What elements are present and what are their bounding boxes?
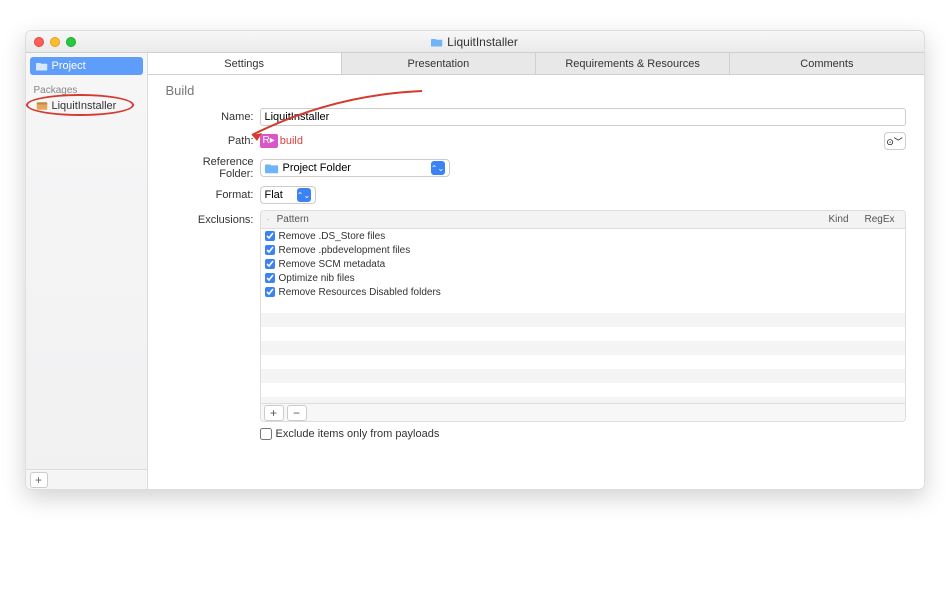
- exclusion-label: Remove SCM metadata: [279, 259, 386, 270]
- app-window: LiquitInstaller Project Packages LiquitI…: [25, 30, 925, 490]
- tabbar: Settings Presentation Requirements & Res…: [148, 53, 924, 75]
- package-icon: [36, 101, 48, 111]
- row-name: Name:: [166, 108, 906, 126]
- chevron-updown-icon: ⌃⌄: [431, 161, 445, 175]
- path-label: Path:: [166, 135, 260, 147]
- folder-icon: [431, 37, 443, 47]
- tab-label: Settings: [224, 58, 264, 70]
- chevron-updown-icon: ⌃⌄: [297, 188, 311, 202]
- sidebar-package-label: LiquitInstaller: [52, 100, 117, 112]
- window-title-text: LiquitInstaller: [447, 35, 518, 49]
- path-chip: R▸ build: [260, 132, 304, 150]
- format-label: Format:: [166, 189, 260, 201]
- format-select[interactable]: Flat ⌃⌄: [260, 186, 316, 204]
- exclusion-checkbox[interactable]: [265, 231, 275, 241]
- name-label: Name:: [166, 111, 260, 123]
- table-row[interactable]: Remove SCM metadata: [261, 257, 905, 271]
- exclusions-footer: + −: [261, 403, 905, 421]
- window-controls: [26, 37, 76, 47]
- sidebar-project-label: Project: [52, 60, 86, 72]
- exclusion-checkbox[interactable]: [265, 287, 275, 297]
- window-body: Project Packages LiquitInstaller +: [26, 53, 924, 489]
- close-icon[interactable]: [34, 37, 44, 47]
- content-area: Build Name: Path: R▸ build: [148, 75, 924, 489]
- exclusions-table: · Pattern Kind RegEx Remove .DS_Store fi…: [260, 210, 906, 422]
- sidebar-item-package[interactable]: LiquitInstaller: [30, 98, 143, 114]
- exclude-only-checkbox[interactable]: [260, 428, 272, 440]
- table-row[interactable]: Optimize nib files: [261, 271, 905, 285]
- tab-label: Presentation: [407, 58, 469, 70]
- tab-settings[interactable]: Settings: [148, 53, 342, 74]
- add-exclusion-button[interactable]: +: [264, 405, 284, 421]
- row-exclude-only: Exclude items only from payloads: [260, 428, 906, 440]
- row-format: Format: Flat ⌃⌄: [166, 186, 906, 204]
- format-value: Flat: [265, 189, 293, 201]
- titlebar: LiquitInstaller: [26, 31, 924, 53]
- exclusion-label: Remove .DS_Store files: [279, 231, 386, 242]
- col-pattern-label: Pattern: [277, 214, 309, 225]
- sidebar-section-packages: Packages: [26, 85, 147, 96]
- path-value: build: [280, 135, 303, 147]
- folder-icon: [36, 61, 48, 71]
- gear-chevron-icon: ⊙﹀: [886, 135, 903, 148]
- tab-label: Comments: [800, 58, 853, 70]
- tab-label: Requirements & Resources: [565, 58, 700, 70]
- reference-folder-value: Project Folder: [283, 162, 427, 174]
- minimize-icon[interactable]: [50, 37, 60, 47]
- exclusions-label: Exclusions:: [166, 210, 260, 226]
- exclusion-checkbox[interactable]: [265, 245, 275, 255]
- name-input[interactable]: [260, 108, 906, 126]
- window-title: LiquitInstaller: [26, 35, 924, 49]
- main-panel: Settings Presentation Requirements & Res…: [148, 53, 924, 489]
- sidebar-item-project[interactable]: Project: [30, 57, 143, 75]
- exclusion-checkbox[interactable]: [265, 273, 275, 283]
- section-heading-build: Build: [166, 83, 906, 98]
- row-exclusions: Exclusions: · Pattern Kind RegEx: [166, 210, 906, 440]
- col-kind-label: Kind: [819, 214, 859, 225]
- table-filler: [261, 299, 905, 403]
- sidebar: Project Packages LiquitInstaller +: [26, 53, 148, 489]
- row-path: Path: R▸ build ⊙﹀: [166, 132, 906, 150]
- reference-folder-label: Reference Folder:: [166, 156, 260, 180]
- sidebar-footer: +: [26, 469, 147, 489]
- path-badge: R▸: [260, 134, 278, 148]
- exclusions-header: · Pattern Kind RegEx: [261, 211, 905, 229]
- exclusion-label: Remove .pbdevelopment files: [279, 245, 411, 256]
- row-reference-folder: Reference Folder: Project Folder ⌃⌄: [166, 156, 906, 180]
- exclude-only-label: Exclude items only from payloads: [276, 428, 440, 440]
- reference-folder-select[interactable]: Project Folder ⌃⌄: [260, 159, 450, 177]
- tab-presentation[interactable]: Presentation: [342, 53, 536, 74]
- col-regex-label: RegEx: [859, 214, 905, 225]
- table-row[interactable]: Remove .DS_Store files: [261, 229, 905, 243]
- exclusion-label: Remove Resources Disabled folders: [279, 287, 441, 298]
- folder-icon: [265, 162, 279, 174]
- sort-icon: ·: [267, 214, 274, 225]
- exclusion-checkbox[interactable]: [265, 259, 275, 269]
- table-row[interactable]: Remove .pbdevelopment files: [261, 243, 905, 257]
- table-row[interactable]: Remove Resources Disabled folders: [261, 285, 905, 299]
- zoom-icon[interactable]: [66, 37, 76, 47]
- tab-requirements[interactable]: Requirements & Resources: [536, 53, 730, 74]
- tab-comments[interactable]: Comments: [730, 53, 923, 74]
- exclusion-label: Optimize nib files: [279, 273, 355, 284]
- remove-exclusion-button[interactable]: −: [287, 405, 307, 421]
- add-package-button[interactable]: +: [30, 472, 48, 488]
- path-options-button[interactable]: ⊙﹀: [884, 132, 906, 150]
